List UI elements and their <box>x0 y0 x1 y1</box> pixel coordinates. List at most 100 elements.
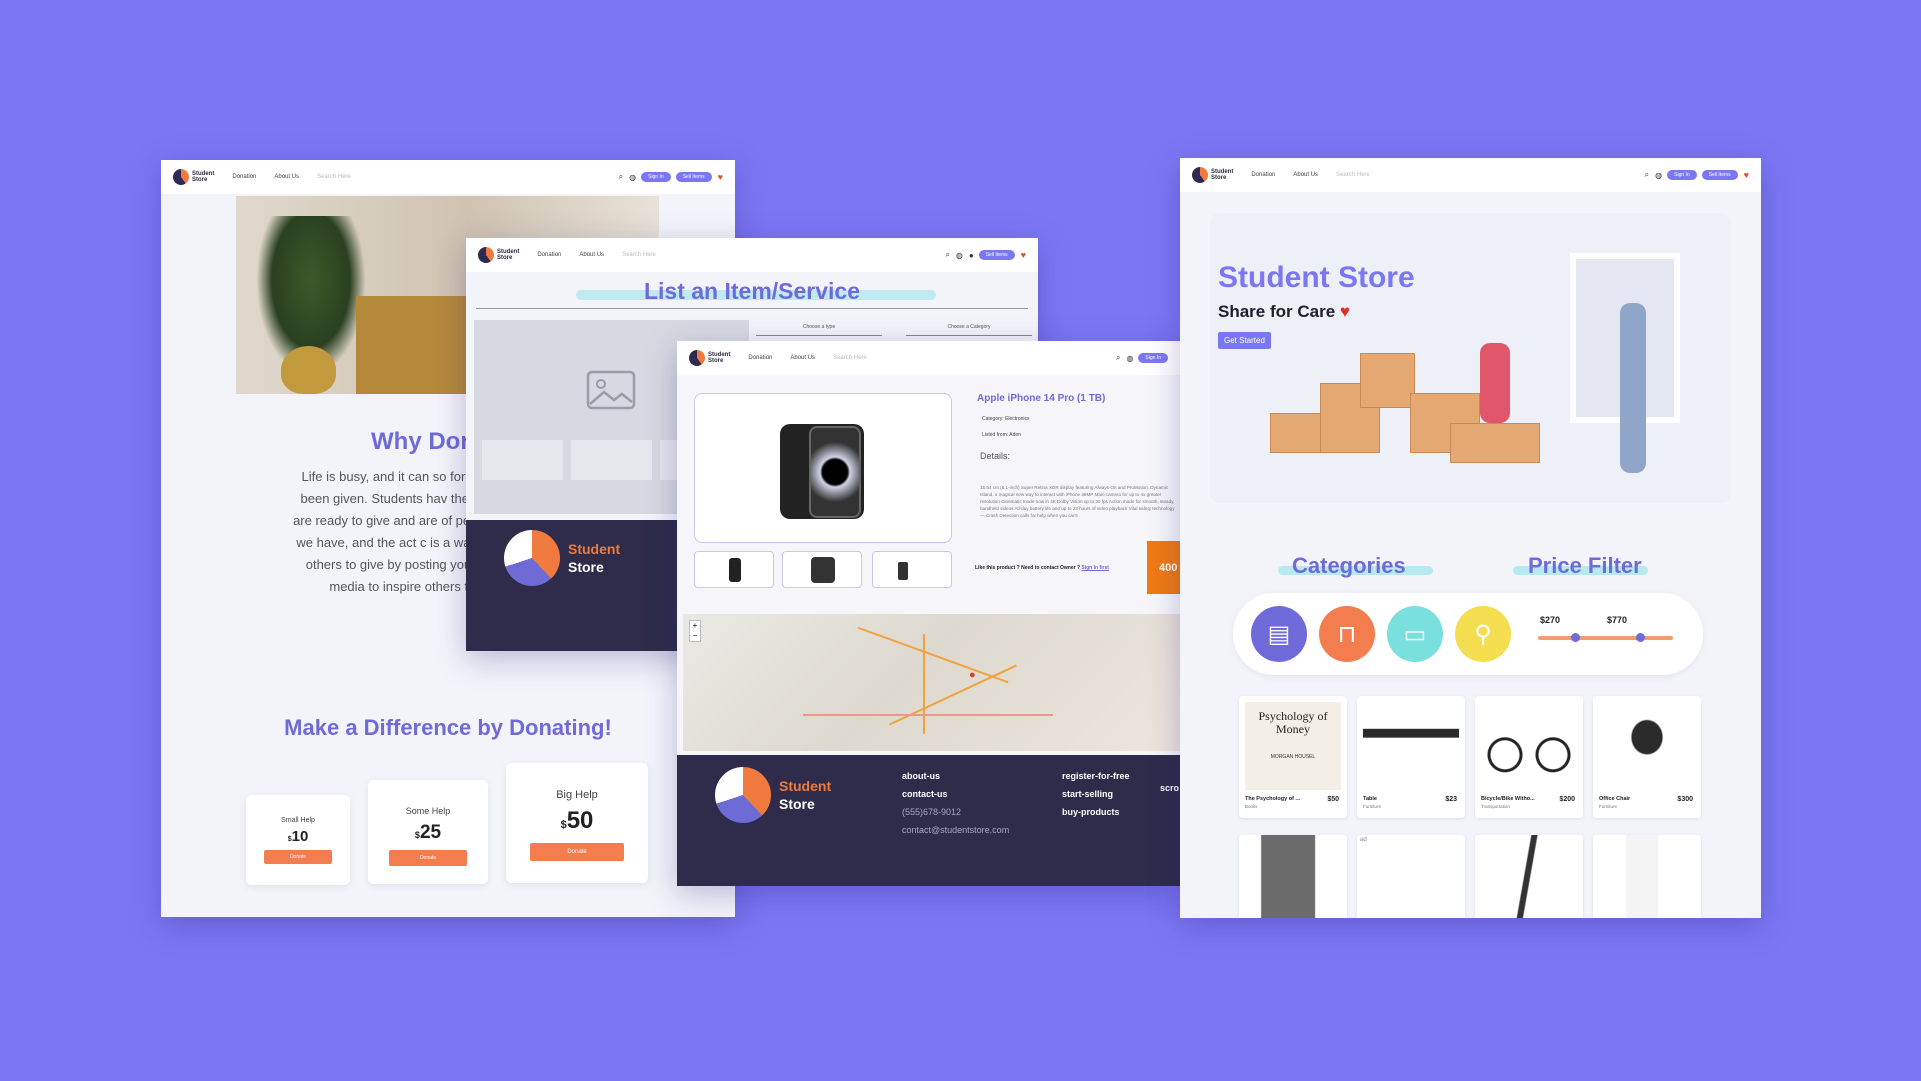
product-card[interactable]: ad <box>1357 835 1465 918</box>
product-card[interactable] <box>1475 835 1583 918</box>
thumbnail-slot[interactable] <box>571 440 652 480</box>
nav-about-link[interactable]: About Us <box>1293 172 1318 178</box>
search-input[interactable]: Search Here <box>833 355 867 361</box>
product-main-image[interactable] <box>694 393 952 543</box>
product-title: Apple iPhone 14 Pro (1 TB) <box>977 393 1106 404</box>
filter-bar: ▤ ⊓ ▭ ⚲ $270 $770 <box>1233 593 1703 675</box>
category-books-icon[interactable]: ▤ <box>1251 606 1307 662</box>
sell-items-button[interactable]: Sell Items <box>675 172 712 182</box>
top-nav: Student Store Donation About Us Search He… <box>1180 158 1761 192</box>
list-item-title: List an Item/Service <box>643 278 861 304</box>
search-icon[interactable]: ⌕ <box>619 172 623 182</box>
map-zoom-controls[interactable]: + − <box>689 620 701 642</box>
globe-icon[interactable]: ◍ <box>629 173 636 182</box>
top-nav: Student Store Donation About Us Search He… <box>677 341 1180 375</box>
product-thumbnail[interactable] <box>694 551 774 588</box>
sign-in-button[interactable]: Sign In <box>641 172 671 182</box>
logo[interactable]: Student Store <box>689 350 730 366</box>
location-map[interactable]: + − ● <box>683 614 1180 751</box>
logo[interactable]: Student Store <box>173 169 214 185</box>
footer-register-link[interactable]: register-for-free <box>1062 767 1130 785</box>
donation-heading: Why Dor <box>371 428 470 455</box>
category-transport-icon[interactable]: ⚲ <box>1455 606 1511 662</box>
nav-about-link[interactable]: About Us <box>790 355 815 361</box>
table-image <box>1363 702 1459 790</box>
nav-about-link[interactable]: About Us <box>579 252 604 258</box>
footer-buy-link[interactable]: buy-products <box>1062 803 1130 821</box>
logo[interactable]: Student Store <box>1192 167 1233 183</box>
product-card[interactable]: Table Furniture $23 <box>1357 696 1465 818</box>
product-category: Category: Electronics <box>982 416 1030 422</box>
logo-mark-icon <box>173 169 189 185</box>
heart-icon[interactable]: ♥ <box>1021 250 1026 260</box>
sell-items-button[interactable]: Sell Items <box>1701 170 1738 180</box>
donation-card-small: Small Help $10 Donate <box>246 795 350 885</box>
search-input[interactable]: Search Here <box>1336 172 1370 178</box>
get-started-button[interactable]: Get Started <box>1218 332 1271 349</box>
bicycle-image <box>1481 702 1577 790</box>
nav-about-link[interactable]: About Us <box>274 174 299 180</box>
footer-about-link[interactable]: about-us <box>902 767 1009 785</box>
person-illustration <box>1620 303 1646 473</box>
footer-email[interactable]: contact@studentstore.com <box>902 821 1009 839</box>
globe-icon[interactable]: ◍ <box>1126 354 1133 363</box>
sign-in-first-link[interactable]: Sign In first <box>1081 565 1109 571</box>
sell-items-button[interactable]: Sell Items <box>978 250 1015 260</box>
range-max-label: $770 <box>1607 615 1628 625</box>
globe-icon[interactable]: ◍ <box>956 251 963 260</box>
search-icon[interactable]: ⌕ <box>1645 170 1649 180</box>
footer-phone: (555)678-9012 <box>902 807 962 817</box>
price-filter-heading: Price Filter <box>1528 553 1642 578</box>
range-min-handle[interactable] <box>1571 633 1580 642</box>
price-range-slider[interactable] <box>1538 633 1673 642</box>
donate-button-10[interactable]: Donate <box>264 850 332 864</box>
logo-mark-icon <box>504 530 560 586</box>
footer-logo[interactable]: Student Store <box>504 530 620 586</box>
product-thumbnail[interactable] <box>872 551 952 588</box>
product-card[interactable]: Bicycle/Bike Witho... Transportation $20… <box>1475 696 1583 818</box>
search-input[interactable]: Search Here <box>317 174 351 180</box>
category-electronics-icon[interactable]: ▭ <box>1387 606 1443 662</box>
nav-donation-link[interactable]: Donation <box>537 252 561 258</box>
nav-donation-link[interactable]: Donation <box>1251 172 1275 178</box>
product-card[interactable] <box>1239 835 1347 918</box>
product-card[interactable]: Office Chair Furniture $300 <box>1593 696 1701 818</box>
category-select[interactable]: Choose a Category <box>906 324 1032 336</box>
top-nav: Student Store Donation About Us Search He… <box>161 160 735 194</box>
heart-icon[interactable]: ♥ <box>718 172 723 182</box>
logo-mark-icon <box>715 767 771 823</box>
logo[interactable]: Student Store <box>478 247 519 263</box>
phone-front-image <box>809 426 861 518</box>
range-max-handle[interactable] <box>1636 633 1645 642</box>
product-thumbnail[interactable] <box>782 551 862 588</box>
footer-links-col2: register-for-free start-selling buy-prod… <box>1062 767 1130 821</box>
donate-button-25[interactable]: Donate <box>389 850 467 866</box>
donation-card-some: Some Help $25 Donate <box>368 780 488 884</box>
search-icon[interactable]: ⌕ <box>945 250 949 260</box>
nav-donation-link[interactable]: Donation <box>232 174 256 180</box>
footer-contact-link[interactable]: contact-us <box>902 785 1009 803</box>
avatar[interactable]: ● <box>969 251 974 260</box>
category-furniture-icon[interactable]: ⊓ <box>1319 606 1375 662</box>
thumbnail-slot[interactable] <box>482 440 563 480</box>
product-location: Listed from: Aden <box>982 432 1021 438</box>
search-input[interactable]: Search Here <box>622 252 656 258</box>
product-card[interactable] <box>1593 835 1701 918</box>
office-chair-image <box>1599 702 1695 790</box>
search-icon[interactable]: ⌕ <box>1116 353 1120 363</box>
nav-donation-link[interactable]: Donation <box>748 355 772 361</box>
footer-selling-link[interactable]: start-selling <box>1062 785 1130 803</box>
donate-button-50[interactable]: Donate <box>530 843 624 861</box>
heart-icon: ♥ <box>1339 302 1350 321</box>
heart-icon[interactable]: ♥ <box>1744 170 1749 180</box>
categories-heading: Categories <box>1292 553 1406 578</box>
donation-card-big: Big Help $50 Donate <box>506 763 648 883</box>
type-select[interactable]: Choose a type <box>756 324 882 336</box>
sign-in-button[interactable]: Sign In <box>1138 353 1168 363</box>
product-card[interactable]: Psychology of Money MORGAN HOUSEL The Ps… <box>1239 696 1347 818</box>
globe-icon[interactable]: ◍ <box>1655 171 1662 180</box>
sign-in-button[interactable]: Sign In <box>1667 170 1697 180</box>
logo-mark-icon <box>478 247 494 263</box>
footer-logo[interactable]: Student Store <box>715 767 831 823</box>
footer-scroll-label[interactable]: scro <box>1160 779 1179 797</box>
